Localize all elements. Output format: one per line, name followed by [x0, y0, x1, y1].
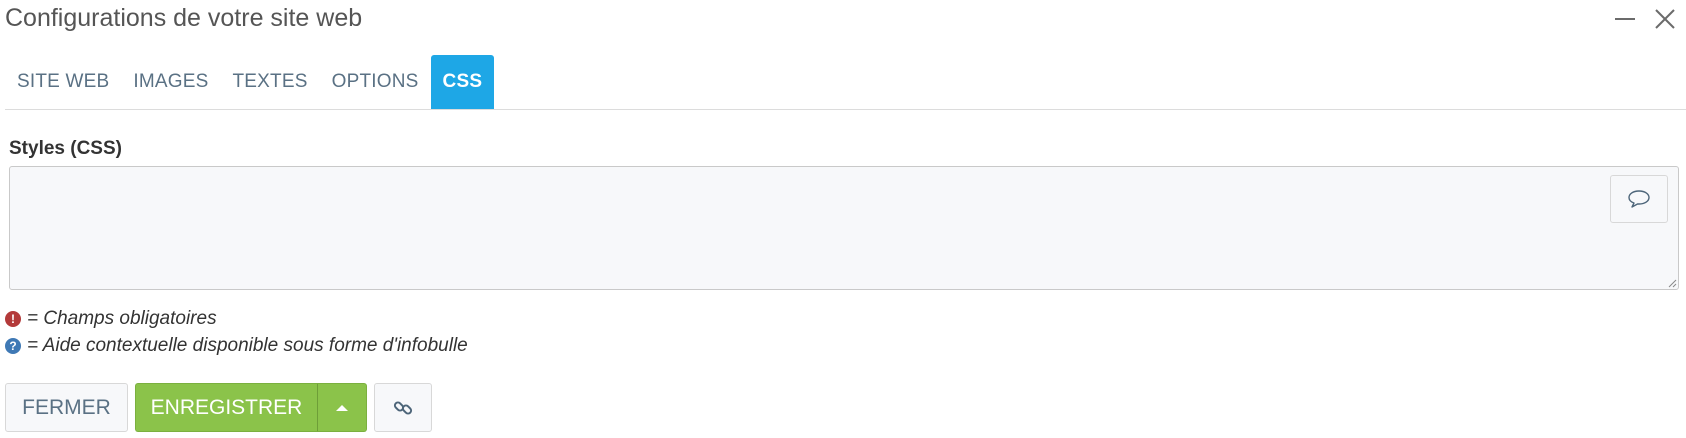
tab-options[interactable]: OPTIONS	[320, 55, 431, 109]
speech-bubble-icon	[1628, 190, 1650, 208]
legend-help: ? = Aide contextuelle disponible sous fo…	[5, 335, 468, 357]
required-exclamation-icon: !	[5, 311, 21, 327]
caret-up-icon	[336, 404, 348, 411]
tab-images[interactable]: IMAGES	[121, 55, 220, 109]
legend-required-text: = Champs obligatoires	[27, 308, 217, 329]
legend-help-text: = Aide contextuelle disponible sous form…	[27, 335, 468, 356]
comment-button[interactable]	[1610, 175, 1668, 223]
dialog-title: Configurations de votre site web	[5, 4, 363, 32]
resize-grip-icon[interactable]	[1667, 278, 1677, 288]
minimize-icon	[1615, 18, 1635, 20]
legend-required: ! = Champs obligatoires	[5, 308, 217, 330]
css-textarea-container	[9, 166, 1679, 290]
save-options-button[interactable]	[318, 383, 367, 432]
tab-css[interactable]: CSS	[430, 55, 495, 109]
help-question-icon: ?	[5, 338, 21, 354]
css-textarea[interactable]	[10, 167, 1678, 289]
minimize-button[interactable]	[1610, 4, 1640, 34]
css-field-label: Styles (CSS)	[9, 138, 122, 159]
tab-site-web[interactable]: SITE WEB	[5, 55, 121, 109]
close-icon	[1655, 9, 1675, 29]
link-icon	[393, 400, 413, 415]
close-button[interactable]: FERMER	[5, 383, 128, 432]
tab-textes[interactable]: TEXTES	[221, 55, 320, 109]
close-window-button[interactable]	[1650, 4, 1680, 34]
save-button[interactable]: ENREGISTRER	[135, 383, 318, 432]
tab-bar: SITE WEB IMAGES TEXTES OPTIONS CSS	[5, 55, 1686, 110]
link-button[interactable]	[374, 383, 432, 432]
